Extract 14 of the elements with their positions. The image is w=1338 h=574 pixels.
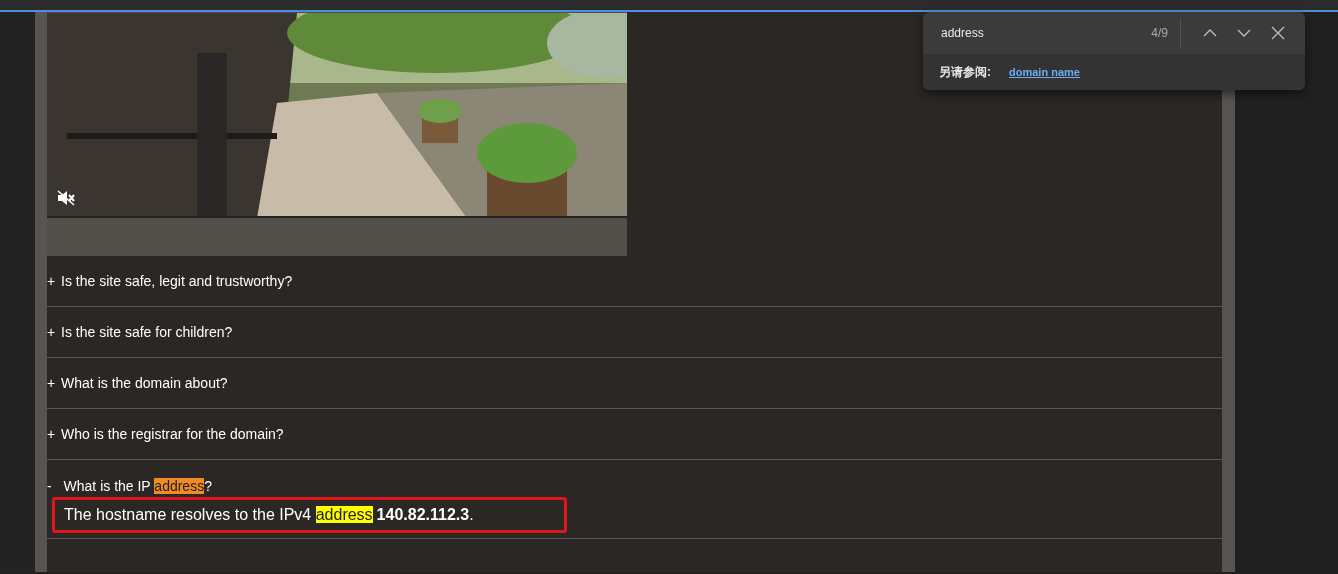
see-also-link[interactable]: domain name xyxy=(1009,63,1080,81)
mute-icon[interactable] xyxy=(57,190,75,206)
see-also-label: 另请参阅: xyxy=(939,64,991,81)
match-count: 4/9 xyxy=(1151,25,1168,42)
faq-question[interactable]: + Is the site safe for children? xyxy=(47,321,1222,343)
faq-question[interactable]: + What is the domain about? xyxy=(47,372,1222,394)
faq-question[interactable]: + Is the site safe, legit and trustworthy? xyxy=(47,270,1222,292)
faq-question[interactable]: + Who is the registrar for the domain? xyxy=(47,423,1222,445)
close-icon xyxy=(1271,26,1285,40)
answer-text: The hostname resolves to the IPv4 address 140.82.112.3. xyxy=(52,497,567,533)
faq-question[interactable]: - What is the IP address? xyxy=(47,476,1222,497)
chevron-up-icon xyxy=(1203,29,1217,37)
chevron-down-icon xyxy=(1237,29,1251,37)
search-field[interactable]: address xyxy=(939,23,1152,43)
